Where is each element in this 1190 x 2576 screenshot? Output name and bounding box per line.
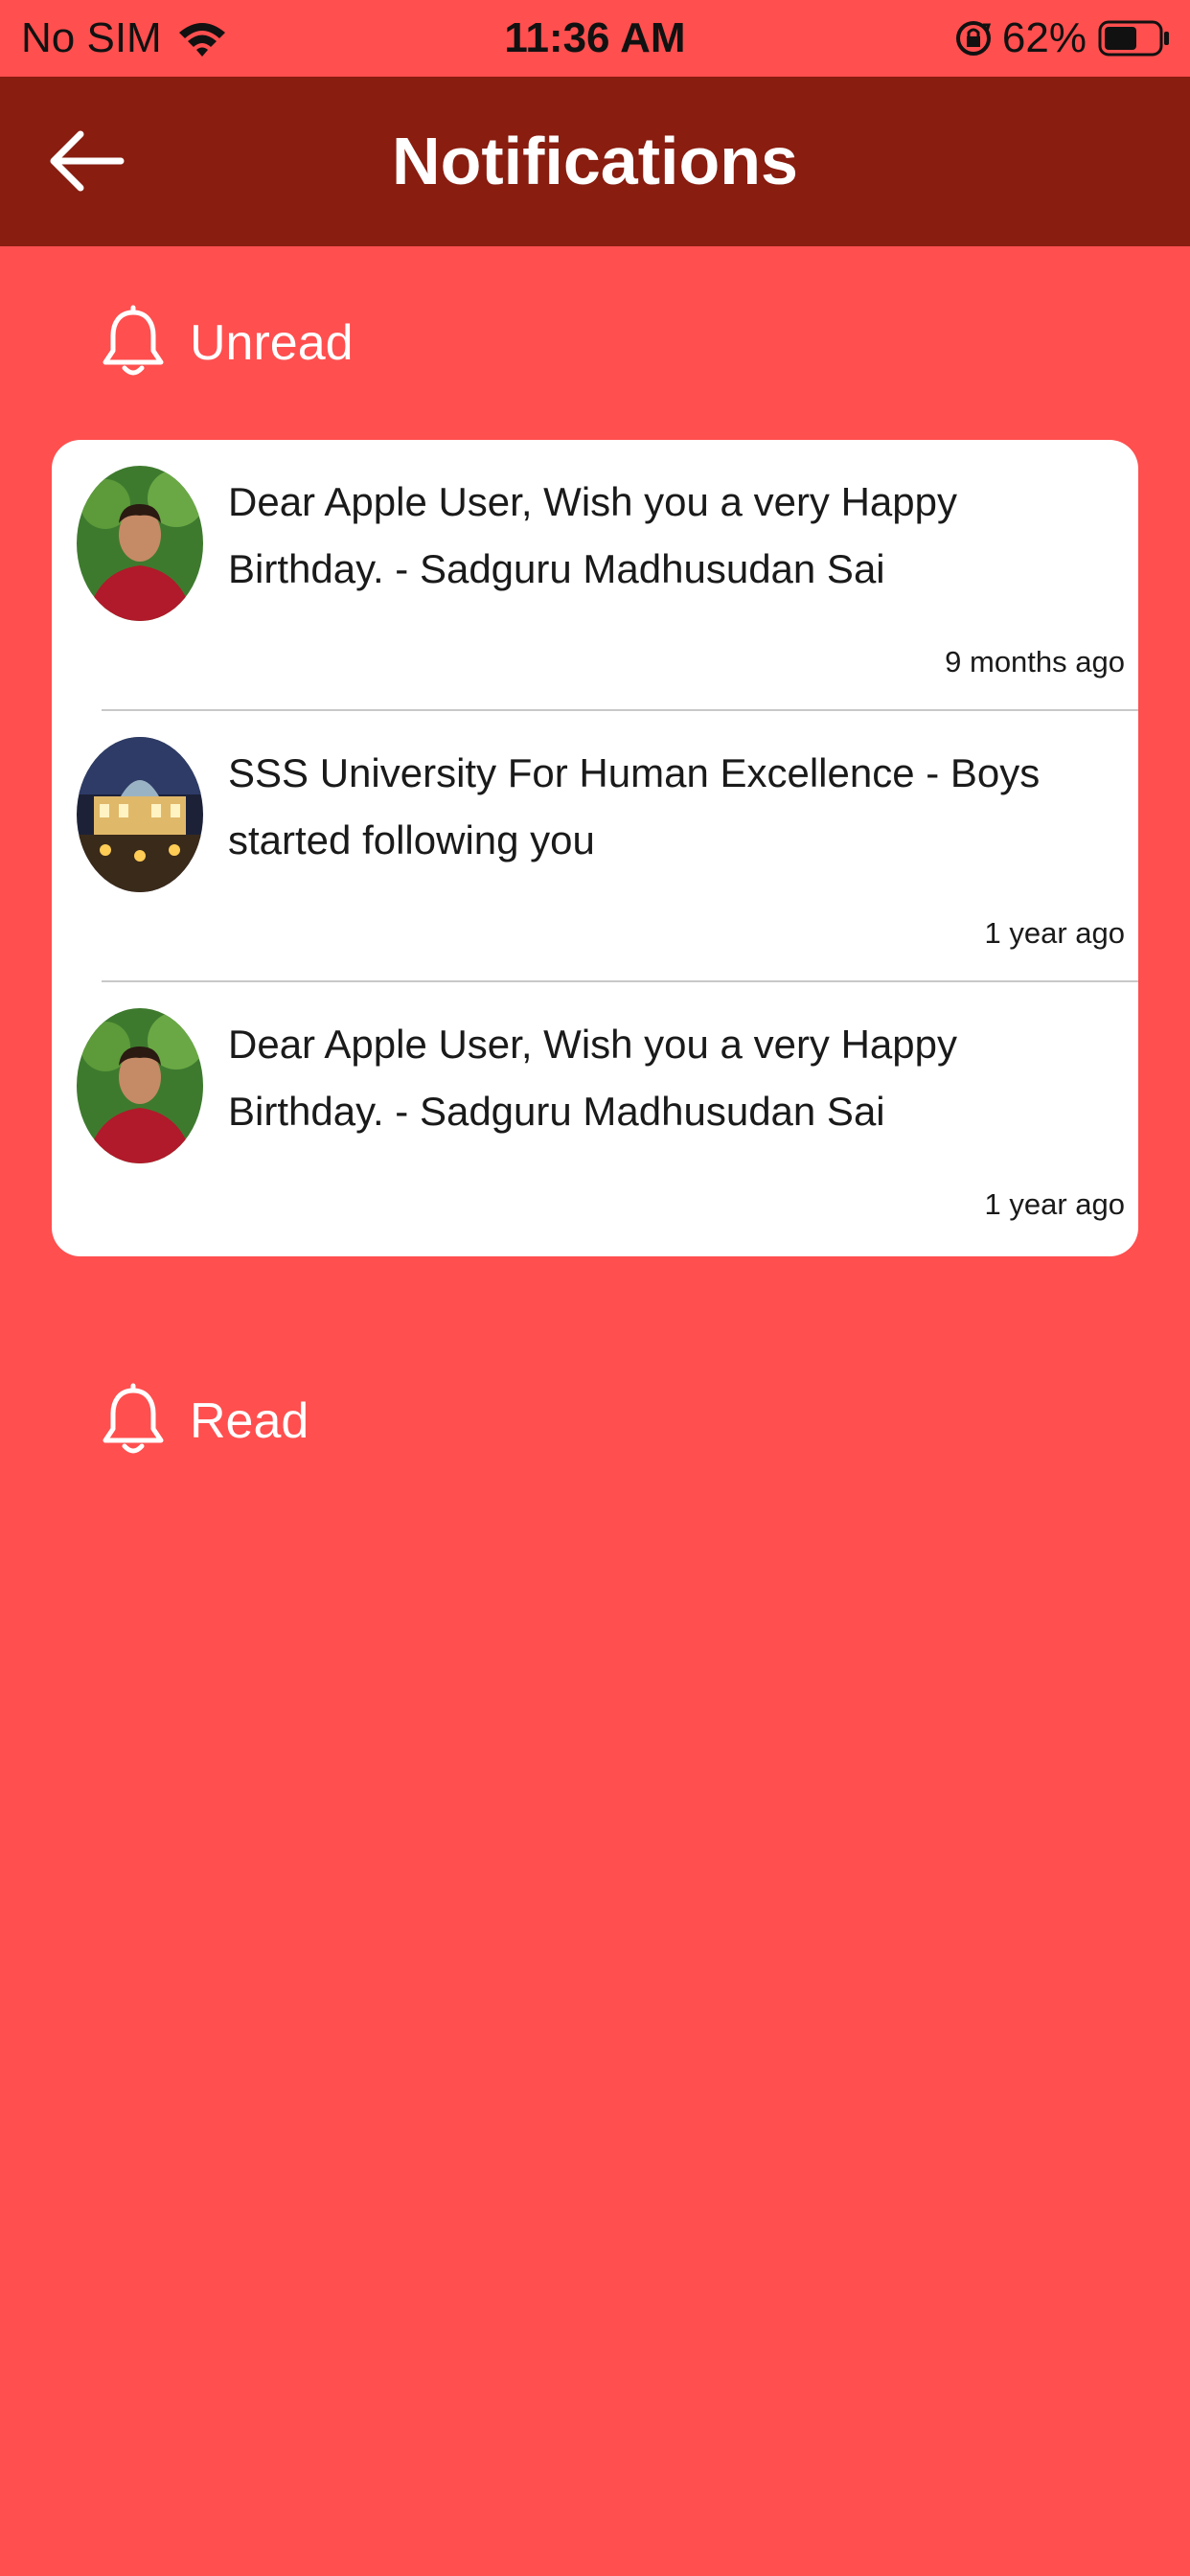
page-title: Notifications <box>392 124 798 198</box>
battery-percent: 62% <box>1001 14 1087 61</box>
unread-section-heading: Unread <box>100 305 354 381</box>
notification-item[interactable]: SSS University For Human Excellence - Bo… <box>52 711 1138 982</box>
notification-message: Dear Apple User, Wish you a very Happy B… <box>228 1022 958 1134</box>
notification-item[interactable]: Dear Apple User, Wish you a very Happy B… <box>52 982 1138 1254</box>
notification-time: 1 year ago <box>984 1187 1126 1221</box>
bell-icon <box>103 305 164 376</box>
notification-time: 1 year ago <box>984 916 1126 950</box>
notification-item[interactable]: Dear Apple User, Wish you a very Happy B… <box>52 440 1138 711</box>
orientation-lock-icon <box>955 21 992 56</box>
notification-message: Dear Apple User, Wish you a very Happy B… <box>228 479 958 591</box>
app-header: Notifications <box>0 77 1190 246</box>
status-bar: No SIM 11:36 AM 62% <box>0 0 1190 77</box>
building-avatar <box>77 737 203 892</box>
bell-icon <box>103 1383 164 1454</box>
unread-notifications-card: Dear Apple User, Wish you a very Happy B… <box>52 440 1138 1256</box>
notification-message: SSS University For Human Excellence - Bo… <box>228 750 1041 862</box>
unread-section-label: Unread <box>190 315 354 371</box>
notification-time: 9 months ago <box>945 645 1125 678</box>
read-section-heading: Read <box>100 1383 309 1460</box>
status-right: 62% <box>954 13 1171 63</box>
person-avatar <box>77 1008 203 1163</box>
battery-icon <box>1098 20 1169 57</box>
read-section-label: Read <box>190 1393 309 1449</box>
person-avatar <box>77 466 203 621</box>
